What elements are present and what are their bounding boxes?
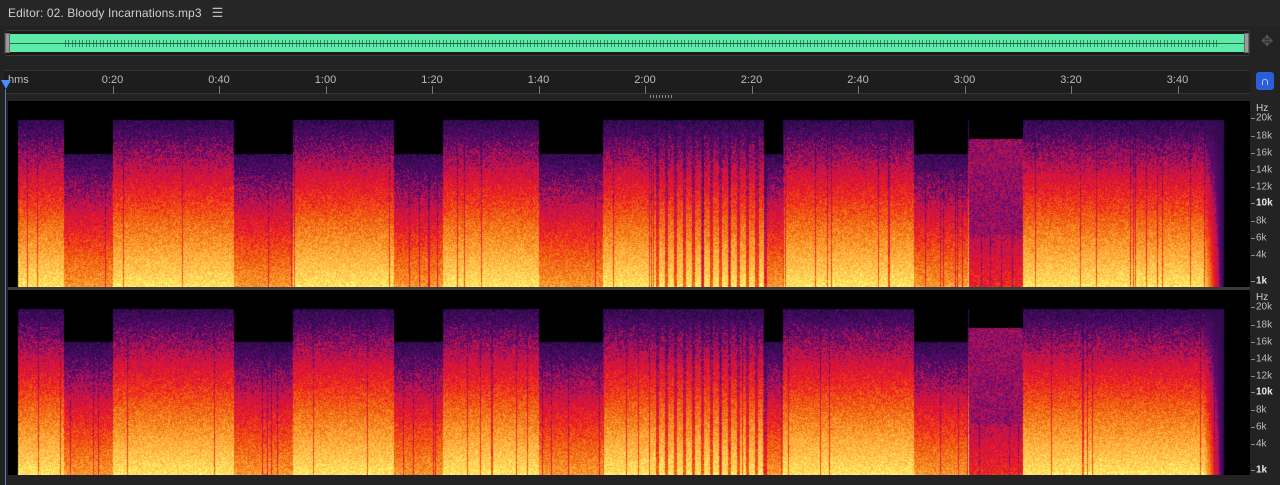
playhead-line [5, 89, 6, 485]
frequency-tick-label: 14k [1256, 353, 1273, 365]
frequency-tick-mark [1251, 470, 1255, 471]
frequency-tick-label: 20k [1256, 301, 1273, 313]
time-tick-label: 0:40 [208, 74, 230, 86]
frequency-tick-mark [1251, 444, 1255, 445]
frequency-tick-label: 18k [1256, 319, 1273, 331]
frequency-tick-label: 10k [1256, 386, 1273, 398]
overview-waveform [65, 40, 1219, 47]
frequency-tick-mark [1251, 325, 1255, 326]
frequency-tick-mark [1251, 187, 1255, 188]
frequency-tick-label: 12k [1256, 181, 1273, 193]
editor-titlebar: Editor: 02. Bloody Incarnations.mp3 ☰ [0, 0, 1280, 26]
time-tick-label: 2:00 [634, 74, 656, 86]
time-tick-mark [432, 86, 433, 94]
time-tick-mark [645, 86, 646, 94]
frequency-tick-label: 4k [1256, 438, 1267, 450]
frequency-tick-label: 4k [1256, 249, 1267, 261]
frequency-axis-right: Hz 20k 18k 16k 14k 12k 10k 8k 6k 4k 1k [1250, 290, 1280, 476]
time-tick-label: 2:20 [740, 74, 763, 86]
frequency-tick-label: 16k [1256, 147, 1273, 159]
frequency-tick-label: 16k [1256, 336, 1273, 348]
spectrogram-right-canvas [8, 290, 1250, 475]
zoom-navigator-icon[interactable]: ✥ [1258, 33, 1276, 51]
frequency-tick-label: 8k [1256, 215, 1267, 227]
frequency-tick-mark [1251, 392, 1255, 393]
frequency-tick-label: 6k [1256, 421, 1267, 433]
snap-magnet-icon[interactable]: ∩ [1256, 72, 1274, 90]
frequency-tick-label: 12k [1256, 370, 1273, 382]
time-tick-mark [325, 86, 327, 94]
frequency-tick-mark [1251, 427, 1255, 428]
frequency-tick-label: 6k [1256, 232, 1267, 244]
time-tick-mark [1071, 86, 1072, 94]
frequency-tick-label: 1k [1256, 464, 1268, 476]
time-tick-mark [112, 86, 114, 94]
spectrogram-channel-right[interactable] [8, 290, 1250, 475]
overview-right-handle[interactable] [1244, 33, 1249, 53]
spectrogram-left-canvas [8, 101, 1250, 287]
time-tick-mark [751, 86, 753, 94]
frequency-tick-label: 8k [1256, 404, 1267, 416]
hamburger-menu-icon[interactable]: ☰ [212, 5, 224, 21]
frequency-tick-mark [1251, 118, 1255, 119]
frequency-tick-mark [1251, 359, 1255, 360]
time-tick-mark [858, 86, 859, 94]
time-tick-label: 3:20 [1060, 74, 1082, 86]
frequency-tick-mark [1251, 410, 1255, 411]
time-tick-label: 2:40 [847, 74, 869, 86]
frequency-axis-left: Hz 20k 18k 16k 14k 12k 10k 8k 6k 4k 1k [1250, 101, 1280, 287]
frequency-tick-mark [1251, 255, 1255, 256]
frequency-tick-mark [1251, 342, 1255, 343]
time-ruler[interactable]: hms 0:20 0:40 1:00 1:20 1:40 2:00 2:20 2:40 3:00… [4, 70, 1250, 94]
time-tick-mark [538, 86, 540, 94]
time-tick-mark [1177, 86, 1179, 94]
editor-title: Editor: 02. Bloody Incarnations.mp3 [8, 6, 202, 20]
playhead-marker[interactable] [1, 80, 11, 89]
time-tick-label: 3:40 [1166, 74, 1189, 86]
waveform-overview[interactable] [4, 30, 1250, 56]
frequency-tick-label: 20k [1256, 112, 1273, 124]
overview-left-handle[interactable] [5, 33, 10, 53]
spectrogram-channel-left[interactable] [8, 101, 1250, 287]
frequency-tick-mark [1251, 238, 1255, 239]
frequency-tick-mark [1251, 153, 1255, 154]
frequency-tick-mark [1251, 307, 1255, 308]
frequency-tick-label: 14k [1256, 164, 1273, 176]
time-tick-mark [219, 86, 220, 94]
frequency-tick-mark [1251, 170, 1255, 171]
frequency-tick-mark [1251, 221, 1255, 222]
frequency-tick-label: 1k [1256, 275, 1268, 287]
time-tick-mark [964, 86, 966, 94]
frequency-tick-label: 10k [1256, 197, 1273, 209]
frequency-tick-mark [1251, 281, 1255, 282]
time-tick-label: 1:40 [527, 74, 550, 86]
panel-resize-grip[interactable] [650, 95, 672, 98]
frequency-tick-mark [1251, 136, 1255, 137]
time-tick-label: 3:00 [953, 74, 976, 86]
time-unit-label: hms [8, 74, 29, 86]
frequency-tick-mark [1251, 376, 1255, 377]
time-tick-label: 1:00 [314, 74, 337, 86]
time-tick-label: 1:20 [421, 74, 443, 86]
frequency-tick-label: 18k [1256, 130, 1273, 142]
frequency-tick-mark [1251, 203, 1255, 204]
time-tick-label: 0:20 [101, 74, 124, 86]
